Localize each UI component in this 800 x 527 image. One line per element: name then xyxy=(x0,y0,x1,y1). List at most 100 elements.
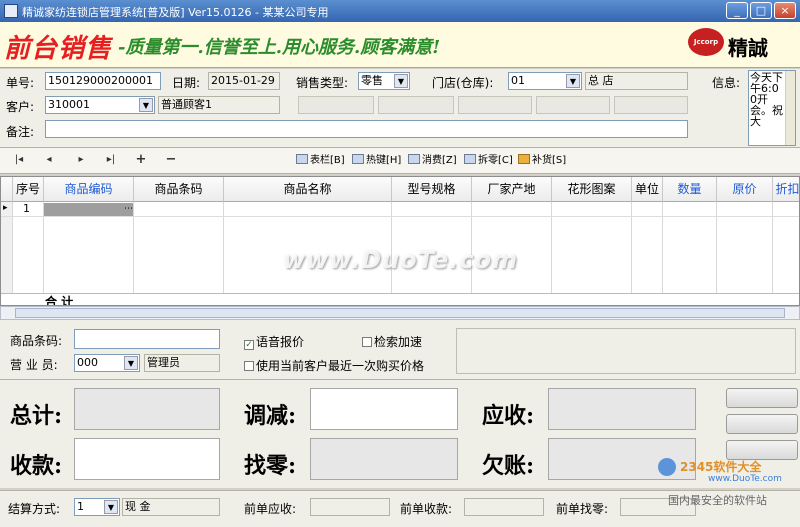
customer-label: 客户: xyxy=(6,100,35,114)
grid-column xyxy=(663,202,717,305)
summary-row: 合 计 xyxy=(1,293,799,306)
received-amount-input[interactable] xyxy=(74,438,220,480)
total-label: 总计: xyxy=(10,403,63,429)
grid-column xyxy=(134,202,224,305)
store-select[interactable]: 01 ▼ xyxy=(508,72,582,90)
prev-receivable-field xyxy=(310,498,390,516)
checkbox-unchecked[interactable] xyxy=(244,361,254,371)
previous-record-button[interactable]: ◂ xyxy=(42,153,56,167)
column-header[interactable]: 商品编码 xyxy=(44,177,134,202)
grid-column xyxy=(552,202,632,305)
banner: 前台销售 -质量第一.信誉至上.用心服务.顾客满意! Jccorp 精誠 xyxy=(0,22,800,68)
sales-grid[interactable]: 序号 商品编码 商品条码 商品名称 型号规格 厂家产地 花形图案 单位 数量 原… xyxy=(0,176,800,306)
cell-ellipsis-button[interactable]: ⋯ xyxy=(124,205,133,214)
info-label: 信息: xyxy=(712,76,741,90)
row-indicator-column xyxy=(1,202,13,305)
scrollbar-thumb[interactable] xyxy=(15,308,785,318)
consume-button[interactable]: 消费[Z] xyxy=(408,153,457,169)
adjust-amount-input[interactable] xyxy=(310,388,458,430)
grid-column xyxy=(717,202,773,305)
clerk-name-field: 管理员 xyxy=(144,354,220,372)
side-action-button-1[interactable] xyxy=(726,388,798,408)
side-action-button-2[interactable] xyxy=(726,414,798,434)
clerk-select[interactable]: 000 ▼ xyxy=(74,354,140,372)
chevron-down-icon[interactable]: ▼ xyxy=(139,98,153,112)
first-record-button[interactable]: |◂ xyxy=(12,153,26,167)
column-header[interactable]: 序号 xyxy=(13,177,44,202)
owed-label: 欠账: xyxy=(482,453,535,479)
chevron-down-icon[interactable]: ▼ xyxy=(566,74,580,88)
checkbox-unchecked[interactable] xyxy=(362,337,372,347)
receipt-icon xyxy=(408,154,420,164)
column-header[interactable]: 原价 xyxy=(717,177,773,202)
minimize-button[interactable]: _ xyxy=(726,2,748,19)
app-icon xyxy=(4,4,18,18)
customer-code-value: 310001 xyxy=(48,98,90,111)
customer-select[interactable]: 310001 ▼ xyxy=(45,96,155,114)
remark-label: 备注: xyxy=(6,125,35,139)
date-field[interactable]: 2015-01-29 xyxy=(208,72,280,90)
info-notice-box[interactable]: 今天下午6:00开会。祝大 xyxy=(748,70,796,146)
selected-cell[interactable] xyxy=(44,203,133,216)
change-amount-field xyxy=(310,438,458,480)
store-code-value: 01 xyxy=(511,74,525,87)
doc-no-label: 单号: xyxy=(6,76,35,90)
prev-receivable-label: 前单应收: xyxy=(244,502,297,516)
sum-label: 合 计 xyxy=(45,295,74,306)
clerk-code-value: 000 xyxy=(77,356,98,369)
sale-type-label: 销售类型: xyxy=(296,76,349,90)
sale-type-select[interactable]: 零售 ▼ xyxy=(358,72,410,90)
watermark-text: www.DuoTe.com xyxy=(283,246,518,274)
sale-type-value: 零售 xyxy=(361,74,383,87)
last-record-button[interactable]: ▸| xyxy=(104,153,118,167)
delete-row-button[interactable]: − xyxy=(164,153,178,167)
columns-button[interactable]: 表栏[B] xyxy=(296,153,345,169)
extra-field-4 xyxy=(536,96,610,114)
column-header[interactable]: 花形图案 xyxy=(552,177,632,202)
chevron-down-icon[interactable]: ▼ xyxy=(394,74,408,88)
receivable-label: 应收: xyxy=(482,403,535,429)
voice-quote-checkbox[interactable]: ✓ 语音报价 xyxy=(244,333,304,350)
column-header[interactable]: 单位 xyxy=(632,177,663,202)
site-watermark: 2345软件大全 www.DuoTe.com 国内最安全的软件站 xyxy=(652,452,800,527)
globe-icon xyxy=(658,458,676,476)
column-header[interactable]: 折扣 xyxy=(773,177,799,202)
column-header[interactable]: 型号规格 xyxy=(392,177,472,202)
split-button[interactable]: 拆零[C] xyxy=(464,153,513,169)
extra-field-5 xyxy=(614,96,688,114)
hotkey-button[interactable]: 热键[H] xyxy=(352,153,401,169)
row-number: 1 xyxy=(23,202,30,215)
close-button[interactable]: × xyxy=(774,2,796,19)
column-header[interactable]: 厂家产地 xyxy=(472,177,552,202)
entry-panel: 商品条码: 营 业 员: 000 ▼ 管理员 ✓ 语音报价 检索加速 使用当前客户… xyxy=(0,320,800,380)
notice-scrollbar[interactable] xyxy=(785,71,795,145)
received-label: 收款: xyxy=(10,453,63,479)
grid-column xyxy=(44,202,134,305)
chevron-down-icon[interactable]: ▼ xyxy=(104,500,118,514)
pay-method-select[interactable]: 1 ▼ xyxy=(74,498,120,516)
prev-change-label: 前单找零: xyxy=(556,502,609,516)
search-accel-checkbox[interactable]: 检索加速 xyxy=(362,333,422,350)
barcode-input[interactable] xyxy=(74,329,220,349)
next-record-button[interactable]: ▸ xyxy=(74,153,88,167)
maximize-button[interactable]: □ xyxy=(750,2,772,19)
clerk-label: 营 业 员: xyxy=(10,358,58,372)
current-row-marker: ▸ xyxy=(3,203,8,213)
date-label: 日期: xyxy=(172,76,201,90)
chevron-down-icon[interactable]: ▼ xyxy=(124,356,138,370)
last-price-checkbox[interactable]: 使用当前客户最近一次购买价格 xyxy=(244,357,424,374)
row-indicator-header xyxy=(1,177,13,202)
restock-button[interactable]: 补货[S] xyxy=(518,153,566,169)
column-header[interactable]: 商品条码 xyxy=(134,177,224,202)
pay-method-code: 1 xyxy=(77,500,84,513)
remark-input[interactable] xyxy=(45,120,688,138)
pay-method-label: 结算方式: xyxy=(8,502,61,516)
column-header[interactable]: 数量 xyxy=(663,177,717,202)
prev-received-label: 前单收款: xyxy=(400,502,453,516)
doc-no-field[interactable]: 150129000200001 xyxy=(45,72,161,90)
add-row-button[interactable]: + xyxy=(134,153,148,167)
grid-horizontal-scrollbar[interactable] xyxy=(0,306,800,320)
column-header[interactable]: 商品名称 xyxy=(224,177,392,202)
customer-name-field: 普通顾客1 xyxy=(158,96,280,114)
checkbox-checked[interactable]: ✓ xyxy=(244,340,254,350)
